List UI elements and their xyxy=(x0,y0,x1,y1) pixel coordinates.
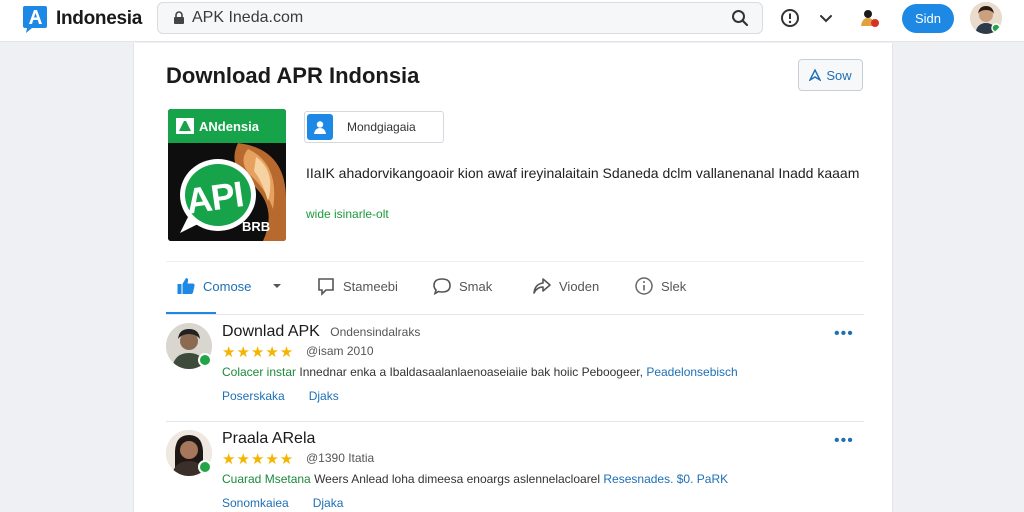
review-text: Colacer instar Innednar enka a Ibaldasaa… xyxy=(222,365,862,379)
review-date: @1390 Itatia xyxy=(306,451,375,465)
review-text-link[interactable]: Resesnades. $0. PaRK xyxy=(603,472,728,486)
app-mini-logo-icon xyxy=(176,118,194,134)
tab-comose[interactable]: Comose xyxy=(176,276,283,296)
comment-box-icon xyxy=(318,278,334,296)
tab-smak[interactable]: Smak xyxy=(432,276,492,296)
more-options-icon[interactable]: ••• xyxy=(834,325,854,343)
review-text-body: Weers Anlead loha dimeesa enoargs aslenn… xyxy=(314,472,601,486)
brand-logo[interactable]: Indonesia xyxy=(20,4,142,34)
share-icon xyxy=(533,278,551,294)
app-banner: ANdensia xyxy=(168,109,286,143)
brand-name: Indonesia xyxy=(56,8,142,29)
reviewer-name: Praala ARela xyxy=(222,430,321,448)
review-actions: Sonomkaiea Djaka xyxy=(222,496,343,510)
star-rating: ★★★★★ xyxy=(222,451,295,468)
review-text-body: Innednar enka a Ibaldasaalanlaenoaseiaii… xyxy=(299,365,643,379)
review-text: Cuarad Msetana Weers Anlead loha dimeesa… xyxy=(222,472,862,486)
tab-label: Vioden xyxy=(559,278,600,294)
thumbs-up-icon xyxy=(177,278,195,294)
alert-icon[interactable] xyxy=(780,8,800,28)
more-options-icon[interactable]: ••• xyxy=(834,432,854,450)
info-icon xyxy=(635,277,653,295)
app-logo-text: API xyxy=(183,173,246,222)
page-title: Download APR Indonsia xyxy=(166,63,420,88)
address-bar[interactable]: APK Ineda.com xyxy=(157,2,763,34)
chat-bubble-icon xyxy=(433,278,451,296)
app-image[interactable]: ANdensia API BRB xyxy=(168,109,286,241)
developer-name: Mondgiagaia xyxy=(347,120,416,134)
review-text-link[interactable]: Peadelonsebisch xyxy=(646,365,737,379)
reviewer-subtitle: Ondensindalraks xyxy=(330,325,421,339)
action-tabs: Comose Stameebi Smak Vioden Slek xyxy=(166,261,864,315)
tab-vioden[interactable]: Vioden xyxy=(532,276,599,296)
tab-slek[interactable]: Slek xyxy=(634,276,686,296)
review-action-2[interactable]: Djaka xyxy=(313,496,344,510)
tab-label: Smak xyxy=(459,278,493,294)
reviewer-name-text: Praala ARela xyxy=(222,430,316,447)
reviewer-name-text: Downlad APK xyxy=(222,323,320,340)
star-rating: ★★★★★ xyxy=(222,344,295,361)
user-avatar[interactable] xyxy=(970,2,1002,34)
app-corner-text: BRB xyxy=(242,219,271,234)
brand-logo-icon xyxy=(20,4,50,34)
app-link[interactable]: wide isinarle-olt xyxy=(306,207,389,221)
app-description: IIaIK ahadorvikangoaoir kion awaf ireyin… xyxy=(306,165,860,181)
review-action-2[interactable]: Djaks xyxy=(309,389,339,403)
tab-label: Comose xyxy=(203,278,252,294)
chevron-down-icon[interactable] xyxy=(271,280,283,292)
content-card: Download APR Indonsia Sow ANdensia API B… xyxy=(133,43,893,512)
sign-in-button[interactable]: Sidn xyxy=(902,4,954,33)
review-action-1[interactable]: Sonomkaiea xyxy=(222,496,289,510)
tab-label: Stameebi xyxy=(343,278,398,294)
top-bar: Indonesia APK Ineda.com Sidn xyxy=(0,0,1024,42)
url-text: APK Ineda.com xyxy=(192,9,304,26)
app-banner-text: ANdensia xyxy=(199,118,259,134)
review-text-highlight: Colacer instar xyxy=(222,365,297,379)
review-text-highlight: Cuarad Msetana xyxy=(222,472,311,486)
tab-stameebi[interactable]: Stameebi xyxy=(316,276,398,296)
review-action-1[interactable]: Poserskaka xyxy=(222,389,285,403)
review-divider xyxy=(166,421,864,422)
save-label: Sow xyxy=(826,67,852,83)
lock-icon xyxy=(174,11,184,24)
save-button[interactable]: Sow xyxy=(798,59,863,91)
tab-label: Slek xyxy=(661,278,687,294)
reviewer-name: Downlad APK Ondensindalraks xyxy=(222,323,420,341)
search-icon[interactable] xyxy=(730,8,750,28)
developer-box[interactable]: Mondgiagaia xyxy=(304,111,444,143)
save-icon xyxy=(809,69,822,81)
notification-icon[interactable] xyxy=(858,7,880,29)
developer-avatar-icon xyxy=(307,114,333,140)
verified-badge-icon xyxy=(198,460,212,474)
chevron-down-icon[interactable] xyxy=(816,8,836,28)
review-date: @isam 2010 xyxy=(306,344,374,358)
verified-badge-icon xyxy=(198,353,212,367)
review-actions: Poserskaka Djaks xyxy=(222,389,339,403)
tab-divider xyxy=(166,314,864,315)
